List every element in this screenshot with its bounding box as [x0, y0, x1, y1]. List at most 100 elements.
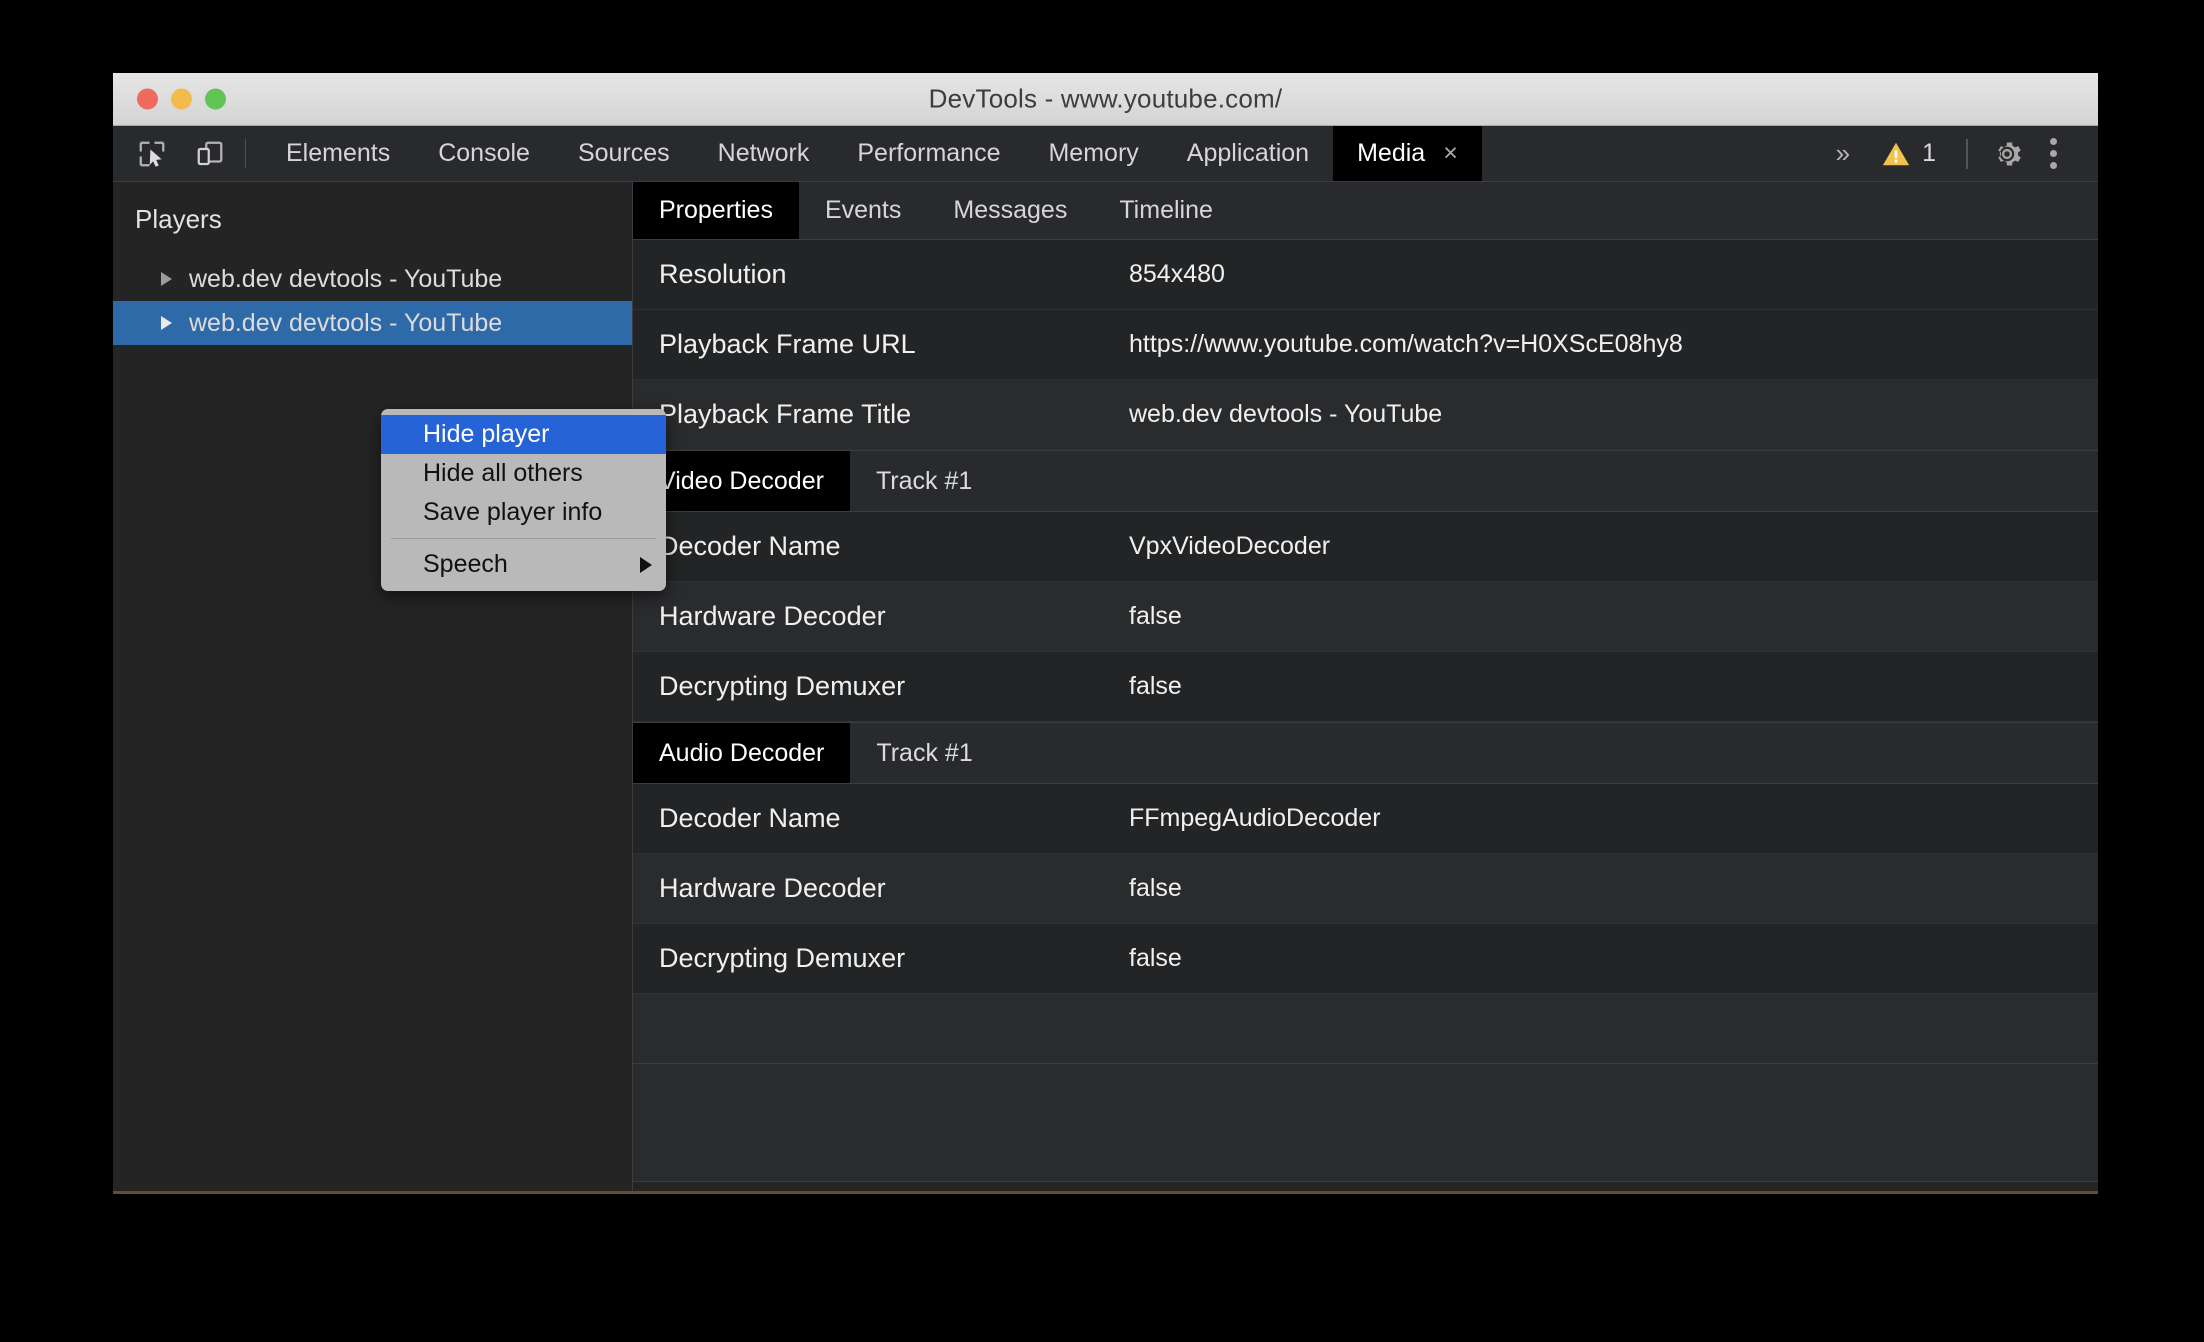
empty-row	[633, 1064, 2098, 1182]
property-key: Playback Frame URL	[659, 329, 916, 359]
property-value: false	[1129, 944, 1182, 972]
property-value: web.dev devtools - YouTube	[1129, 400, 1443, 428]
tab-elements[interactable]: Elements	[262, 126, 414, 181]
tab-properties[interactable]: Properties	[633, 182, 799, 239]
more-tabs-icon[interactable]: »	[1816, 138, 1867, 169]
warning-count: 1	[1922, 139, 1936, 167]
player-list-item-selected[interactable]: web.dev devtools - YouTube	[113, 301, 632, 345]
menu-item-label: Hide all others	[423, 459, 583, 487]
empty-row	[633, 994, 2098, 1064]
media-properties-panel: Properties Events Messages Timeline Reso…	[633, 182, 2098, 1193]
players-heading: Players	[135, 204, 222, 234]
player-list-item[interactable]: web.dev devtools - YouTube	[113, 257, 632, 301]
tab-events[interactable]: Events	[799, 182, 927, 239]
tab-media[interactable]: Media ×	[1333, 126, 1482, 181]
property-value: 854x480	[1129, 260, 1225, 288]
devtools-body: Players web.dev devtools - YouTube web.d…	[113, 182, 2098, 1193]
device-toolbar-icon[interactable]	[189, 133, 231, 175]
property-value: VpxVideoDecoder	[1129, 532, 1331, 560]
property-key: Playback Frame Title	[659, 399, 912, 429]
chevron-right-icon[interactable]	[161, 272, 172, 286]
video-decoder-header: Video Decoder Track #1	[633, 450, 2098, 512]
property-row: Decoder Name FFmpegAudioDecoder	[633, 784, 2098, 854]
property-row: Decoder Name VpxVideoDecoder	[633, 512, 2098, 582]
property-row: Decrypting Demuxer false	[633, 652, 2098, 722]
property-value: false	[1129, 672, 1182, 700]
context-menu-item-speech[interactable]: Speech	[381, 545, 666, 584]
players-list: web.dev devtools - YouTube web.dev devto…	[113, 257, 632, 345]
warning-badge[interactable]: 1	[1867, 139, 1950, 168]
devtools-window: DevTools - www.youtube.com/ Elements Con…	[113, 73, 2098, 1193]
property-value: https://www.youtube.com/watch?v=H0XScE08…	[1129, 330, 1683, 358]
tab-performance[interactable]: Performance	[833, 126, 1024, 181]
tab-application[interactable]: Application	[1163, 126, 1333, 181]
toolbar-right-controls: » 1	[1816, 126, 2098, 181]
property-key: Resolution	[659, 259, 787, 289]
gear-icon[interactable]	[1984, 131, 2030, 177]
audio-decoder-tab[interactable]: Audio Decoder	[633, 723, 851, 783]
property-value: FFmpegAudioDecoder	[1129, 804, 1381, 832]
property-row: Playback Frame Title web.dev devtools - …	[633, 380, 2098, 450]
tab-label: Application	[1186, 139, 1310, 167]
property-key: Decrypting Demuxer	[659, 671, 906, 701]
screenshot-root: DevTools - www.youtube.com/ Elements Con…	[0, 0, 2204, 1342]
property-key: Decoder Name	[659, 803, 841, 833]
property-key: Decoder Name	[659, 531, 841, 561]
sub-tab-label: Events	[824, 196, 902, 224]
inspect-cursor-icon[interactable]	[131, 133, 173, 175]
toolbar-left-icons	[113, 126, 231, 181]
tab-console[interactable]: Console	[414, 126, 554, 181]
context-menu-item-save-player-info[interactable]: Save player info	[381, 493, 666, 532]
sub-tab-label: Messages	[953, 196, 1068, 224]
track-label: Track #1	[875, 466, 973, 495]
track-label: Track #1	[876, 738, 973, 767]
properties-table: Resolution 854x480 Playback Frame URL ht…	[633, 240, 2098, 1193]
audio-decoder-header: Audio Decoder Track #1	[633, 722, 2098, 784]
section-label: Audio Decoder	[659, 738, 825, 767]
tab-messages[interactable]: Messages	[927, 182, 1093, 239]
property-key: Hardware Decoder	[659, 873, 886, 903]
kebab-menu-icon[interactable]	[2030, 131, 2076, 177]
warning-triangle-icon	[1882, 142, 1910, 165]
property-row: Hardware Decoder false	[633, 582, 2098, 652]
context-menu-item-hide-all-others[interactable]: Hide all others	[381, 454, 666, 493]
chevron-right-icon[interactable]	[161, 316, 172, 330]
player-context-menu: Hide player Hide all others Save player …	[381, 409, 666, 591]
tab-timeline[interactable]: Timeline	[1093, 182, 1239, 239]
property-row: Hardware Decoder false	[633, 854, 2098, 924]
triangle-right-icon	[640, 556, 652, 573]
menu-item-label: Save player info	[423, 498, 603, 526]
context-menu-item-hide-player[interactable]: Hide player	[381, 415, 666, 454]
window-bottom-edge	[113, 1191, 2098, 1194]
player-label: web.dev devtools - YouTube	[189, 264, 503, 293]
tab-memory[interactable]: Memory	[1024, 126, 1162, 181]
players-sidebar: Players web.dev devtools - YouTube web.d…	[113, 182, 633, 1193]
section-label: Video Decoder	[659, 466, 824, 495]
devtools-toolbar: Elements Console Sources Network Perform…	[113, 126, 2098, 182]
menu-item-label: Hide player	[423, 420, 550, 448]
property-key: Hardware Decoder	[659, 601, 886, 631]
toolbar-divider	[245, 139, 246, 168]
tab-network[interactable]: Network	[694, 126, 834, 181]
tab-label: Sources	[577, 139, 670, 167]
video-decoder-track-tab[interactable]: Track #1	[850, 451, 998, 511]
context-menu-separator	[391, 538, 656, 539]
audio-decoder-track-tab[interactable]: Track #1	[850, 723, 998, 783]
menu-item-label: Speech	[423, 550, 508, 578]
property-key: Decrypting Demuxer	[659, 943, 906, 973]
tab-label: Console	[438, 139, 530, 167]
sub-tab-label: Timeline	[1119, 196, 1213, 224]
property-row: Resolution 854x480	[633, 240, 2098, 310]
property-value: false	[1129, 874, 1182, 902]
tab-label: Network	[717, 139, 810, 167]
tab-label: Elements	[286, 139, 391, 167]
property-row: Decrypting Demuxer false	[633, 924, 2098, 994]
property-value: false	[1129, 602, 1182, 630]
window-title: DevTools - www.youtube.com/	[928, 83, 1283, 114]
panel-tab-bar: Elements Console Sources Network Perform…	[262, 126, 1816, 181]
tab-label: Performance	[857, 139, 1001, 167]
close-icon[interactable]: ×	[1443, 141, 1458, 166]
tab-sources[interactable]: Sources	[554, 126, 694, 181]
property-row: Playback Frame URL https://www.youtube.c…	[633, 310, 2098, 380]
player-label: web.dev devtools - YouTube	[189, 308, 503, 337]
